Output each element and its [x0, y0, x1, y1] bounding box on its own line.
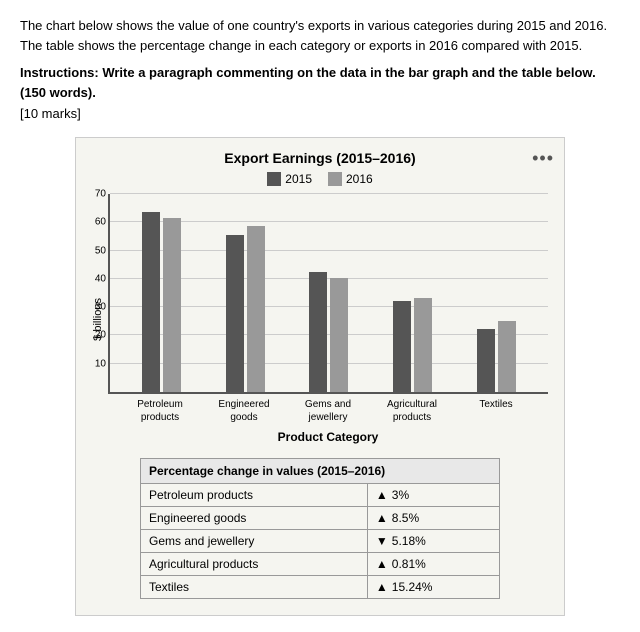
- table-row: Engineered goods ▲ 8.5%: [141, 507, 500, 530]
- change-value: 15.24%: [392, 580, 433, 594]
- x-label: Engineeredgoods: [214, 398, 274, 424]
- description-text: The chart below shows the value of one c…: [20, 16, 620, 55]
- legend-2015: 2015: [267, 172, 312, 186]
- table-header: Percentage change in values (2015–2016): [141, 459, 500, 484]
- chart-inner: 10203040506070 Petroleumproducts Engineer…: [108, 194, 548, 444]
- arrow-up-icon: ▲: [376, 557, 388, 571]
- bar-group: [226, 226, 265, 392]
- bars-container: [110, 194, 548, 392]
- y-tick-label: 20: [84, 330, 106, 341]
- arrow-down-icon: ▼: [376, 534, 388, 548]
- legend-label-2015: 2015: [285, 172, 312, 186]
- table-container: Percentage change in values (2015–2016) …: [140, 458, 500, 599]
- table-body: Petroleum products ▲ 3% Engineered goods ▲ 8.…: [141, 484, 500, 599]
- bar-2016: [330, 278, 348, 392]
- x-label: Agriculturalproducts: [382, 398, 442, 424]
- table-value: ▲ 0.81%: [367, 553, 499, 576]
- bar-2015: [477, 329, 495, 392]
- x-label: Textiles: [466, 398, 526, 424]
- table-value: ▲ 3%: [367, 484, 499, 507]
- bar-2015: [226, 235, 244, 392]
- change-value: 5.18%: [392, 534, 426, 548]
- more-button[interactable]: •••: [532, 148, 554, 169]
- bar-2016: [414, 298, 432, 392]
- arrow-up-icon: ▲: [376, 488, 388, 502]
- grid-and-bars: 10203040506070: [108, 194, 548, 394]
- y-tick-label: 10: [84, 358, 106, 369]
- bar-2016: [247, 226, 265, 392]
- x-label: Gems andjewellery: [298, 398, 358, 424]
- table-category: Agricultural products: [141, 553, 368, 576]
- table-category: Gems and jewellery: [141, 530, 368, 553]
- y-tick-label: 50: [84, 245, 106, 256]
- arrow-up-icon: ▲: [376, 511, 388, 525]
- y-tick-label: 70: [84, 189, 106, 200]
- legend-2016: 2016: [328, 172, 373, 186]
- bar-2016: [163, 218, 181, 392]
- legend-label-2016: 2016: [346, 172, 373, 186]
- bar-2015: [393, 301, 411, 392]
- bar-2015: [142, 212, 160, 392]
- legend-box-2015: [267, 172, 281, 186]
- legend-box-2016: [328, 172, 342, 186]
- chart-legend: 2015 2016: [92, 172, 548, 186]
- bar-group: [393, 298, 432, 392]
- table-value: ▲ 15.24%: [367, 576, 499, 599]
- y-tick-label: 40: [84, 273, 106, 284]
- data-table: Percentage change in values (2015–2016) …: [140, 458, 500, 599]
- chart-area: $ billions 10203040506070 Petroleumprodu…: [92, 194, 548, 444]
- marks-text: [10 marks]: [20, 106, 620, 121]
- bar-2016: [498, 321, 516, 392]
- table-value: ▼ 5.18%: [367, 530, 499, 553]
- y-tick-label: 30: [84, 302, 106, 313]
- instructions-text: Instructions: Write a paragraph commenti…: [20, 63, 620, 102]
- bar-group: [309, 272, 348, 392]
- table-row: Textiles ▲ 15.24%: [141, 576, 500, 599]
- table-value: ▲ 8.5%: [367, 507, 499, 530]
- chart-title: Export Earnings (2015–2016): [92, 150, 548, 166]
- bar-2015: [309, 272, 327, 392]
- x-labels: Petroleumproducts Engineeredgoods Gems and…: [108, 394, 548, 424]
- table-category: Petroleum products: [141, 484, 368, 507]
- change-value: 3%: [392, 488, 409, 502]
- table-row: Agricultural products ▲ 0.81%: [141, 553, 500, 576]
- change-value: 8.5%: [392, 511, 419, 525]
- arrow-up-icon: ▲: [376, 580, 388, 594]
- chart-container: ••• Export Earnings (2015–2016) 2015 201…: [75, 137, 565, 616]
- table-row: Petroleum products ▲ 3%: [141, 484, 500, 507]
- x-axis-title: Product Category: [108, 430, 548, 444]
- table-row: Gems and jewellery ▼ 5.18%: [141, 530, 500, 553]
- bar-group: [477, 321, 516, 392]
- change-value: 0.81%: [392, 557, 426, 571]
- table-category: Engineered goods: [141, 507, 368, 530]
- x-label: Petroleumproducts: [130, 398, 190, 424]
- bar-group: [142, 212, 181, 392]
- table-category: Textiles: [141, 576, 368, 599]
- y-tick-label: 60: [84, 217, 106, 228]
